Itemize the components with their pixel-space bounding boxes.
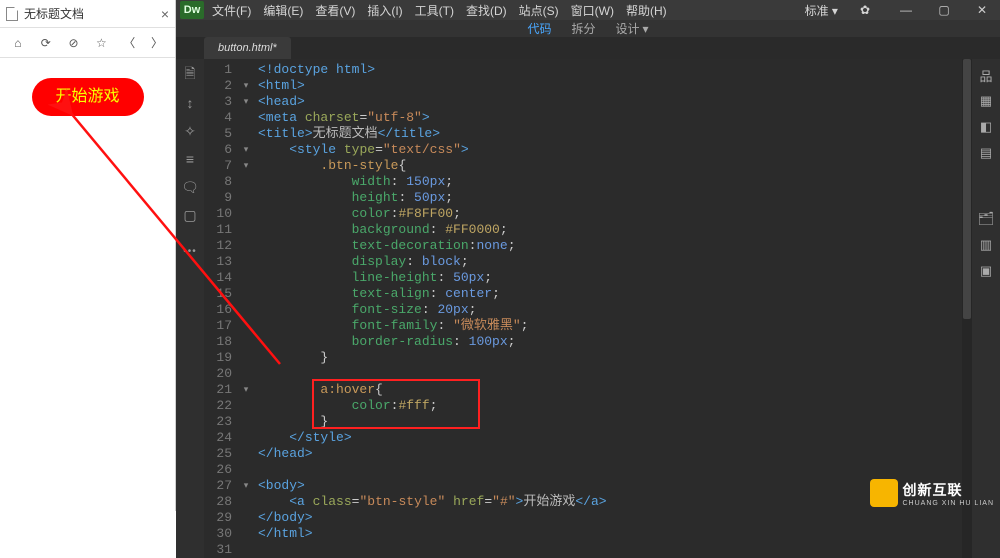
browser-preview-pane: 无标题文档 × ⌂ ⟳ ⊘ ☆ 〈 〉 开始游戏	[0, 0, 176, 511]
workspace-switcher[interactable]: 标准 ▾	[805, 2, 838, 19]
wand-icon[interactable]: ✧	[182, 123, 198, 139]
properties-icon[interactable]: 品	[978, 67, 994, 83]
browser-tab[interactable]: 无标题文档 ×	[0, 0, 175, 28]
dreamweaver-app: Dw 文件(F) 编辑(E) 查看(V) 插入(I) 工具(T) 查找(D) 站点(S) 窗口…	[176, 0, 1000, 511]
watermark-subtext: CHUANG XIN HU LIAN	[902, 500, 994, 507]
preview-viewport: 开始游戏	[0, 58, 175, 511]
start-game-button[interactable]: 开始游戏	[32, 78, 144, 116]
stop-icon[interactable]: ⊘	[63, 32, 85, 54]
fold-column[interactable]: ▾▾▾▾▾▾	[240, 59, 252, 558]
menu-item-6[interactable]: 站点(S)	[519, 4, 559, 18]
format-icon[interactable]: ≡	[182, 151, 198, 167]
watermark-text: 创新互联	[902, 480, 994, 500]
menu-item-7[interactable]: 窗口(W)	[571, 4, 614, 18]
menu-item-4[interactable]: 工具(T)	[415, 4, 454, 18]
menu-item-1[interactable]: 编辑(E)	[263, 4, 303, 18]
browser-toolbar: ⌂ ⟳ ⊘ ☆ 〈 〉	[0, 28, 175, 58]
reload-icon[interactable]: ⟳	[35, 32, 57, 54]
view-split-button[interactable]: 拆分	[571, 20, 595, 37]
left-tool-dock: 🗎 ↕ ✧ ≡ 🗨 ▢ •••	[176, 59, 204, 558]
file-tab[interactable]: button.html*	[204, 37, 291, 59]
menubar: Dw 文件(F) 编辑(E) 查看(V) 插入(I) 工具(T) 查找(D) 站点(S) 窗口…	[176, 0, 1000, 20]
view-design-button[interactable]: 设计 ▾	[615, 20, 648, 37]
view-code-button[interactable]: 代码	[527, 20, 551, 37]
scrollbar-thumb[interactable]	[963, 59, 971, 319]
panel-icon[interactable]: ◧	[978, 119, 994, 135]
menu-item-8[interactable]: 帮助(H)	[626, 4, 667, 18]
back-icon[interactable]: 〈	[118, 32, 140, 54]
layers-icon[interactable]: ▤	[978, 145, 994, 161]
settings-icon[interactable]: ✿	[860, 3, 870, 17]
expand-icon[interactable]: ↕	[182, 95, 198, 111]
comment-icon[interactable]: 🗨	[182, 179, 198, 195]
more-tools-icon[interactable]: •••	[182, 243, 198, 259]
code-area[interactable]: <!doctype html><html><head><meta charset…	[252, 59, 972, 558]
star-icon[interactable]: ☆	[90, 32, 112, 54]
menu-item-2[interactable]: 查看(V)	[315, 4, 355, 18]
line-gutter: 1234567891011121314151617181920212223242…	[204, 59, 240, 558]
watermark-logo	[870, 479, 898, 507]
watermark: 创新互联 CHUANG XIN HU LIAN	[870, 479, 994, 507]
document-icon	[6, 7, 18, 21]
browser-tab-title: 无标题文档	[24, 5, 161, 22]
code-editor[interactable]: 1234567891011121314151617181920212223242…	[204, 59, 972, 558]
dw-logo: Dw	[180, 1, 204, 19]
file-manager-icon[interactable]: 🗎	[182, 67, 198, 83]
css-icon[interactable]: ▣	[978, 263, 994, 279]
bookmark-icon[interactable]: ▢	[182, 207, 198, 223]
menu-item-0[interactable]: 文件(F)	[212, 4, 251, 18]
forward-icon[interactable]: 〉	[146, 32, 168, 54]
file-tabbar: button.html*	[176, 37, 1000, 59]
menu-item-5[interactable]: 查找(D)	[466, 4, 507, 18]
assets-icon[interactable]: ▦	[978, 93, 994, 109]
menu-item-3[interactable]: 插入(I)	[367, 4, 402, 18]
close-icon[interactable]: ×	[161, 6, 169, 22]
minimize-button[interactable]: ―	[892, 0, 920, 20]
widgets-icon[interactable]: ▥	[978, 237, 994, 253]
library-icon[interactable]: 🗂	[978, 211, 994, 227]
maximize-button[interactable]: ▢	[930, 0, 958, 20]
home-icon[interactable]: ⌂	[7, 32, 29, 54]
view-switcher: 代码 拆分 设计 ▾	[176, 20, 1000, 37]
close-button[interactable]: ✕	[968, 0, 996, 20]
